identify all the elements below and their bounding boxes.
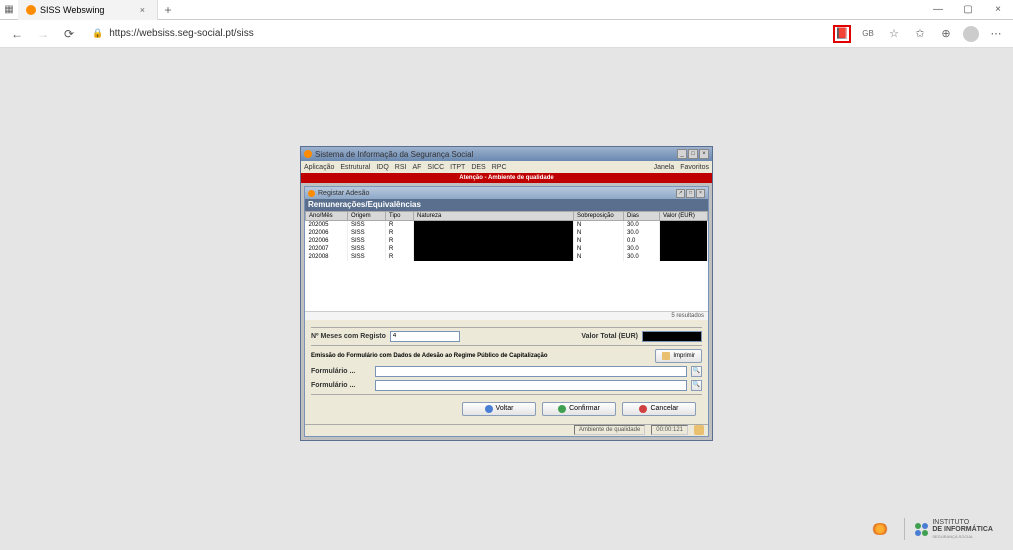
- toolbar-badge[interactable]: GB: [859, 25, 877, 43]
- minimize-icon[interactable]: —: [923, 4, 953, 15]
- menu-idq[interactable]: IDQ: [376, 164, 388, 171]
- section-header: Remunerações/Equivalências: [305, 199, 708, 211]
- forward-button: →: [34, 25, 52, 43]
- menu-des[interactable]: DES: [471, 164, 485, 171]
- printer-icon: [662, 352, 670, 360]
- menu-af[interactable]: AF: [412, 164, 421, 171]
- imprimir-button[interactable]: Imprimir: [655, 349, 702, 363]
- sub-maximize-icon[interactable]: □: [686, 189, 695, 198]
- table-row[interactable]: 202008SISSRN30.0: [306, 253, 708, 261]
- app-close-icon[interactable]: ×: [699, 149, 709, 159]
- table-row[interactable]: 202006SISSRN30.0: [306, 229, 708, 237]
- menu-rpc[interactable]: RPC: [492, 164, 507, 171]
- menu-rsi[interactable]: RSI: [395, 164, 407, 171]
- more-icon[interactable]: ⋯: [987, 25, 1005, 43]
- table-row[interactable]: 202006SISSRN0.0: [306, 237, 708, 245]
- favicon-icon: [26, 5, 36, 15]
- refresh-button[interactable]: ⟳: [60, 25, 78, 43]
- app-titlebar[interactable]: Sistema de Informação da Segurança Socia…: [301, 147, 712, 161]
- seguranca-social-logo: [866, 519, 894, 539]
- favorites-icon[interactable]: ✩: [911, 25, 929, 43]
- reader-mode-icon[interactable]: 📕: [833, 25, 851, 43]
- emissao-label: Emissão do Formulário com Dados de Adesã…: [311, 353, 548, 359]
- collections-icon[interactable]: ⊕: [937, 25, 955, 43]
- valor-total-label: Valor Total (EUR): [581, 333, 638, 340]
- sub-title: Registar Adesão: [318, 190, 369, 197]
- browser-titlebar: ▦ SISS Webswing × + — ▢ ×: [0, 0, 1013, 20]
- formulario2-input[interactable]: [375, 380, 687, 391]
- lock-icon: 🔒: [92, 28, 103, 39]
- col-natureza[interactable]: Natureza: [414, 212, 574, 221]
- footer-logos: INSTITUTO DE INFORMÁTICA SEGURANÇA SOCIA…: [866, 518, 993, 540]
- maximize-icon[interactable]: ▢: [953, 4, 983, 15]
- app-minimize-icon[interactable]: _: [677, 149, 687, 159]
- sub-close-icon[interactable]: ×: [696, 189, 705, 198]
- app-title: Sistema de Informação da Segurança Socia…: [315, 150, 473, 159]
- browser-toolbar: ← → ⟳ 🔒 https://websiss.seg-social.pt/si…: [0, 20, 1013, 48]
- meses-label: Nº Meses com Registo: [311, 333, 386, 340]
- col-valor[interactable]: Valor (EUR): [660, 212, 708, 221]
- tab-close-icon[interactable]: ×: [136, 5, 149, 15]
- data-table: Ano/Mês Origem Tipo Natureza Sobreposiçã…: [305, 211, 708, 320]
- voltar-button[interactable]: Voltar: [462, 402, 536, 416]
- menu-itpt[interactable]: ITPT: [450, 164, 465, 171]
- table-row[interactable]: 202007SISSRN30.0: [306, 245, 708, 253]
- menu-estrutural[interactable]: Estrutural: [340, 164, 370, 171]
- formulario1-input[interactable]: [375, 366, 687, 377]
- table-row[interactable]: 202005SISSRN30.0: [306, 221, 708, 229]
- profile-avatar-icon[interactable]: [963, 26, 979, 42]
- back-button[interactable]: ←: [8, 25, 26, 43]
- col-dias[interactable]: Dias: [624, 212, 660, 221]
- app-icon: [304, 150, 312, 158]
- col-anomes[interactable]: Ano/Mês: [306, 212, 348, 221]
- favorites-add-icon[interactable]: ☆: [885, 25, 903, 43]
- valor-total-value: [642, 331, 702, 342]
- cancelar-button[interactable]: Cancelar: [622, 402, 696, 416]
- confirmar-button[interactable]: Confirmar: [542, 402, 616, 416]
- app-menubar: Aplicação Estrutural IDQ RSI AF SICC ITP…: [301, 161, 712, 173]
- close-icon[interactable]: ×: [983, 4, 1013, 15]
- menu-aplicacao[interactable]: Aplicação: [304, 164, 334, 171]
- table-header-row: Ano/Mês Origem Tipo Natureza Sobreposiçã…: [306, 212, 708, 221]
- status-time: 00:00:121: [651, 425, 688, 435]
- instituto-informatica-logo: INSTITUTO DE INFORMÁTICA SEGURANÇA SOCIA…: [915, 519, 993, 540]
- tab-title: SISS Webswing: [40, 5, 104, 15]
- menu-favoritos[interactable]: Favoritos: [680, 164, 709, 171]
- results-count: 5 resultados: [305, 311, 708, 320]
- url-text: https://websiss.seg-social.pt/siss: [109, 28, 254, 39]
- formulario1-label: Formulário ...: [311, 368, 371, 375]
- formulario1-search-icon[interactable]: 🔍: [691, 366, 702, 377]
- tab-list-icon[interactable]: ▦: [0, 4, 18, 15]
- back-arrow-icon: [485, 405, 493, 413]
- window-controls: — ▢ ×: [923, 4, 1013, 15]
- col-sobre[interactable]: Sobreposição: [574, 212, 624, 221]
- col-origem[interactable]: Origem: [348, 212, 386, 221]
- formulario2-search-icon[interactable]: 🔍: [691, 380, 702, 391]
- sub-window: Registar Adesão ↗ □ × Remunerações/Equiv…: [304, 186, 709, 437]
- sub-detach-icon[interactable]: ↗: [676, 189, 685, 198]
- col-tipo[interactable]: Tipo: [386, 212, 414, 221]
- sub-titlebar[interactable]: Registar Adesão ↗ □ ×: [305, 187, 708, 199]
- status-bar: Ambiente de qualidade 00:00:121: [305, 424, 708, 436]
- sub-icon: [308, 190, 315, 197]
- check-icon: [558, 405, 566, 413]
- app-window: Sistema de Informação da Segurança Socia…: [300, 146, 713, 441]
- menu-janela[interactable]: Janela: [654, 164, 675, 171]
- attention-bar: Atenção - Ambiente de qualidade: [301, 173, 712, 183]
- status-env: Ambiente de qualidade: [574, 425, 645, 435]
- app-maximize-icon[interactable]: □: [688, 149, 698, 159]
- x-icon: [639, 405, 647, 413]
- meses-input[interactable]: [390, 331, 460, 342]
- new-tab-button[interactable]: +: [158, 3, 178, 17]
- browser-tab[interactable]: SISS Webswing ×: [18, 0, 158, 20]
- status-printer-icon[interactable]: [694, 425, 704, 435]
- formulario2-label: Formulário ...: [311, 382, 371, 389]
- menu-sicc[interactable]: SICC: [427, 164, 444, 171]
- url-bar[interactable]: 🔒 https://websiss.seg-social.pt/siss: [86, 24, 825, 44]
